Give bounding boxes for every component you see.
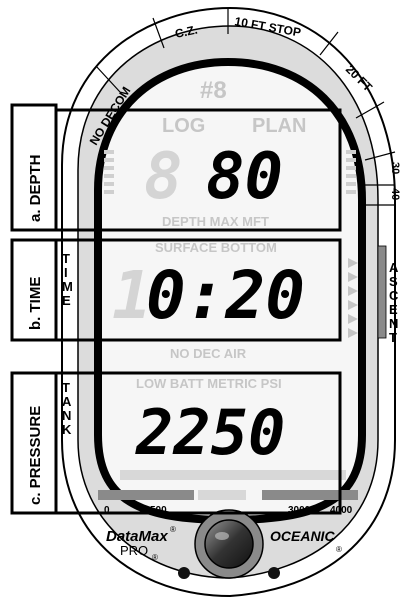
surface-bottom-label: SURFACE BOTTOM [155, 240, 277, 255]
plan-label: PLAN [252, 115, 306, 137]
svg-text:T: T [62, 380, 70, 395]
svg-text:A: A [389, 260, 399, 275]
svg-text:N: N [389, 316, 398, 331]
bezel-30-label: 30 [389, 162, 401, 174]
nodec-air-label: NO DEC AIR [170, 346, 247, 361]
log-label: LOG [162, 115, 205, 137]
oceanic-reg-mark: ® [336, 545, 342, 554]
oceanic-logo: OCEANIC [270, 528, 335, 544]
svg-text:A: A [62, 394, 72, 409]
svg-text:C: C [389, 288, 399, 303]
depth-units-label: DEPTH MAX MFT [162, 214, 269, 229]
svg-text:T: T [389, 330, 397, 345]
right-screw [268, 567, 280, 579]
dive-computer-diagram: NO DECOM C.Z. 10 FT STOP 20 FT 30 40 #8 … [10, 6, 401, 598]
tank-pressure-bar [98, 490, 358, 500]
svg-text:E: E [389, 302, 398, 317]
depth-ghost-digit: 8 [144, 140, 183, 214]
svg-text:E: E [62, 293, 71, 308]
mode-button[interactable] [194, 509, 264, 579]
left-screw [178, 567, 190, 579]
datamax-reg-mark: ® [170, 525, 176, 534]
svg-text:N: N [62, 408, 71, 423]
svg-text:T: T [62, 251, 70, 266]
svg-text:S: S [389, 274, 398, 289]
svg-text:M: M [62, 279, 73, 294]
depth-callout-label: a. DEPTH [27, 154, 44, 222]
pressure-callout-label: c. PRESSURE [27, 406, 44, 505]
low-batt-metric-psi-label: LOW BATT METRIC PSI [136, 376, 282, 391]
svg-text:K: K [62, 422, 72, 437]
time-callout-label: b. TIME [27, 277, 44, 330]
pro-logo: PRO [120, 543, 148, 558]
lcd-bottom-bar [120, 470, 346, 480]
depth-value: 80 [206, 140, 283, 214]
svg-text:I: I [64, 265, 68, 280]
pressure-value: 2250 [135, 396, 285, 469]
ascent-label: A S C E N T [389, 260, 399, 345]
pro-reg-mark: ® [152, 553, 158, 562]
dive-number-indicator: #8 [200, 77, 227, 104]
bezel-40-label: 40 [389, 188, 401, 200]
time-value: 0:20 [146, 257, 305, 334]
ascent-bar-box [377, 245, 387, 339]
